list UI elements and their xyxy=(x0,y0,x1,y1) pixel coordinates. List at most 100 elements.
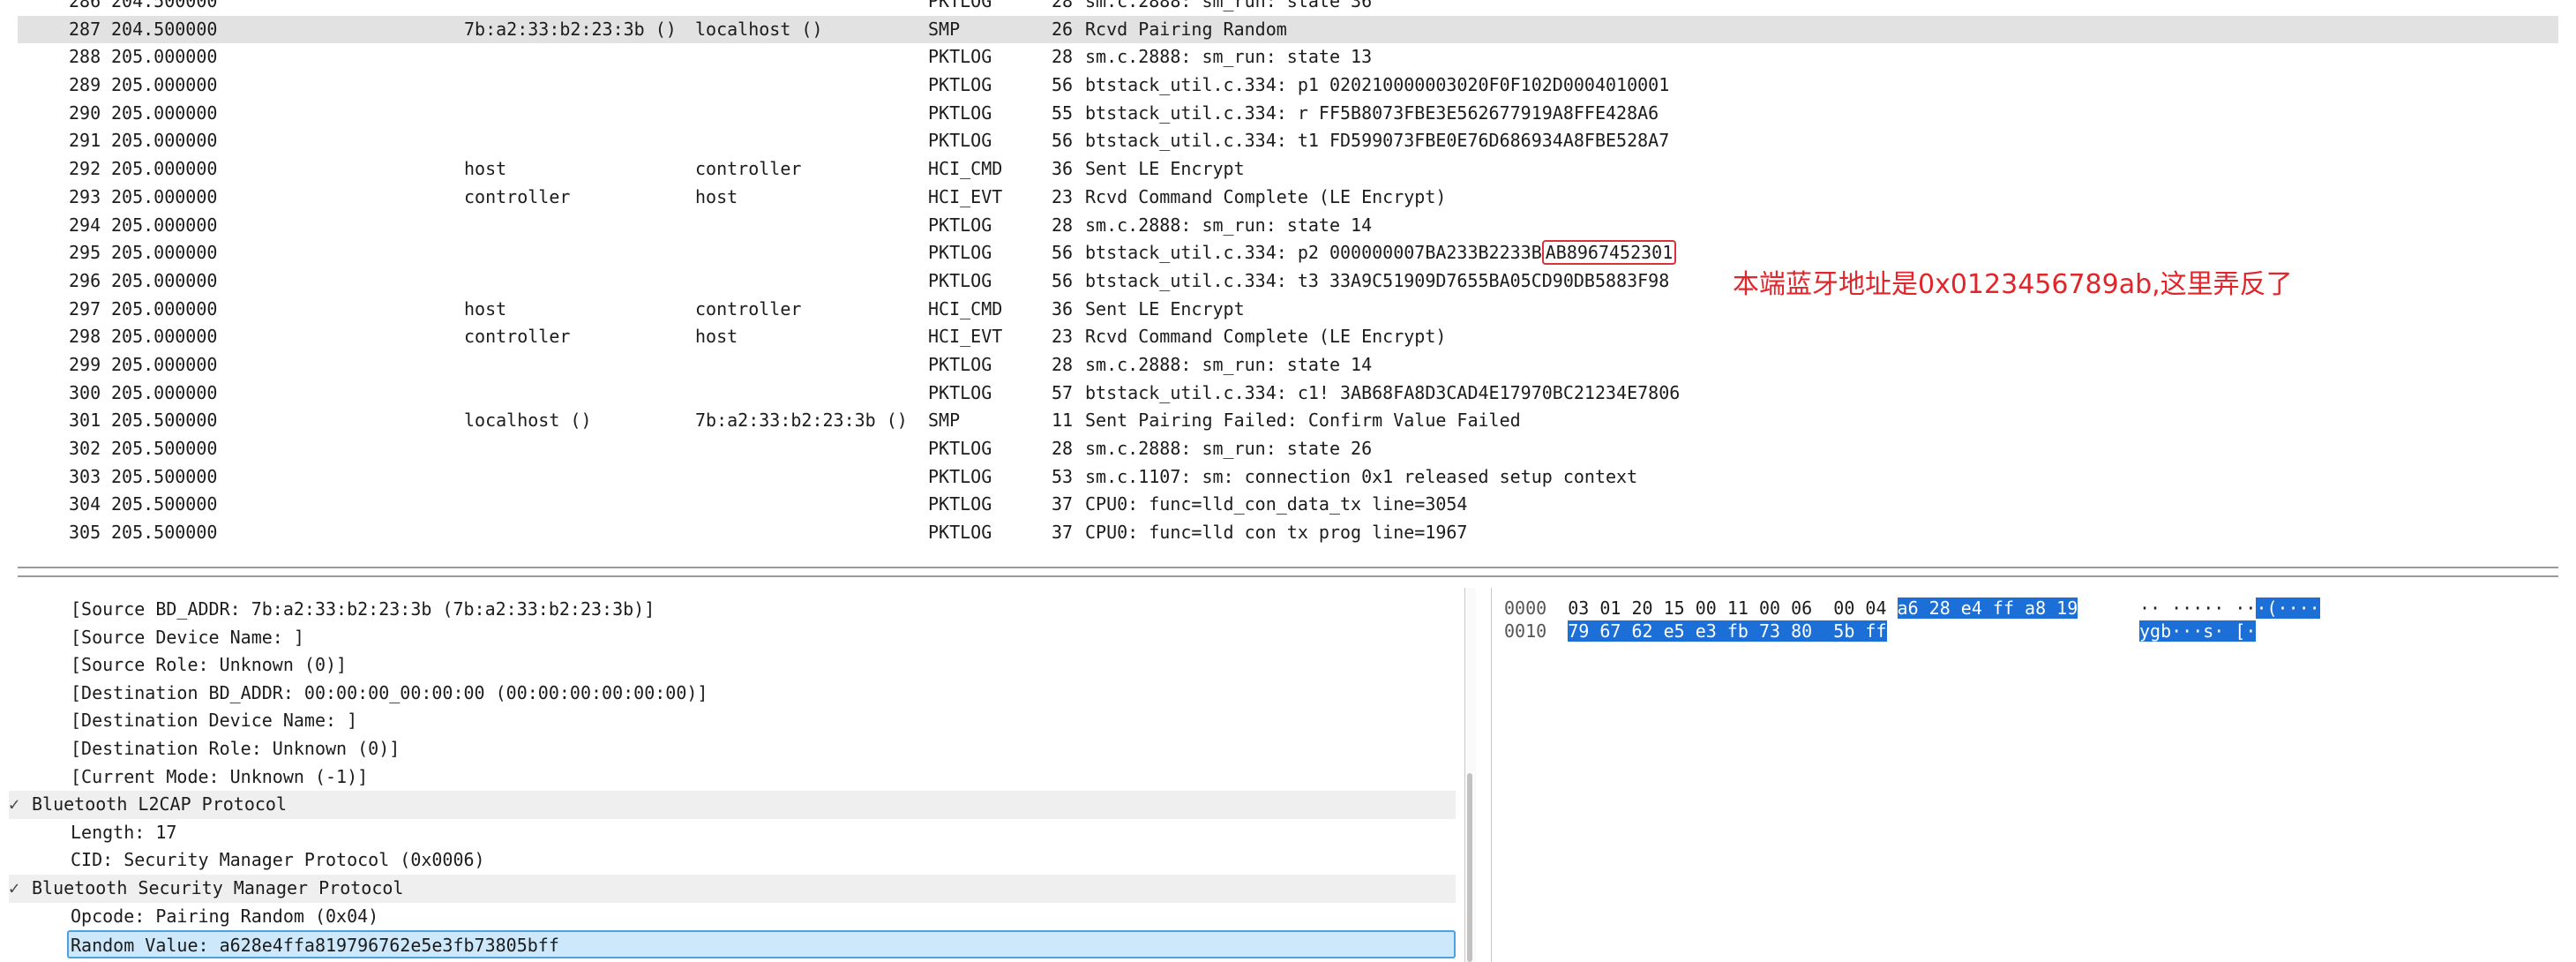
packet-protocol: PKTLOG xyxy=(928,465,992,487)
packet-length: 11 xyxy=(1052,410,1074,432)
hex-ascii-text: ·· ····· ·· xyxy=(2139,597,2257,619)
detail-field[interactable]: [Destination Device Name: ] xyxy=(9,707,1456,735)
expand-arrow-icon[interactable]: ✓ xyxy=(9,875,32,903)
detail-field[interactable]: [Current Mode: Unknown (-1)] xyxy=(9,763,1456,792)
packet-list: 286 204.500000 PKTLOG 28 sm.c.2888: sm_run: … xyxy=(0,0,2576,565)
packet-time: 205.000000 xyxy=(111,269,218,291)
detail-field[interactable]: Length: 17 xyxy=(9,819,1456,847)
detail-section-header[interactable]: ✓ Bluetooth L2CAP Protocol xyxy=(9,791,1456,819)
packet-row[interactable]: 290 205.000000 PKTLOG 55 btstack_util.c.334:… xyxy=(18,100,2558,128)
packet-info: sm.c.1107: sm: connection 0x1 released s… xyxy=(1085,463,1637,492)
packet-time: 205.500000 xyxy=(111,522,218,544)
packet-protocol: PKTLOG xyxy=(928,214,992,236)
packet-info: btstack_util.c.334: r FF5B8073FBE3E56267… xyxy=(1085,100,1659,128)
packet-row[interactable]: 291 205.000000 PKTLOG 56 btstack_util.c.334:… xyxy=(18,127,2558,155)
detail-text: [Destination Role: Unknown (0)] xyxy=(71,738,401,759)
detail-text: [Source Role: Unknown (0)] xyxy=(71,654,348,676)
packet-length: 56 xyxy=(1052,74,1074,96)
packet-length: 28 xyxy=(1052,46,1074,68)
packet-length: 26 xyxy=(1052,18,1074,40)
packet-info-text: Sent LE Encrypt xyxy=(1085,297,1245,319)
packet-info: CPU0: func=lld_con_data_tx line=3054 xyxy=(1085,491,1467,519)
detail-field[interactable]: [Destination Role: Unknown (0)] xyxy=(9,735,1456,763)
packet-length: 37 xyxy=(1052,493,1074,515)
packet-row[interactable]: 304 205.500000 PKTLOG 37 CPU0: func=lld_con_… xyxy=(18,491,2558,519)
packet-time: 205.000000 xyxy=(111,185,218,207)
packet-number: 287 xyxy=(69,18,101,40)
packet-row[interactable]: 286 204.500000 PKTLOG 28 sm.c.2888: sm_run: … xyxy=(18,0,2558,16)
packet-info: Sent Pairing Failed: Confirm Value Faile… xyxy=(1085,407,1521,435)
packet-info-text: CPU0: func=lld_con_data_tx line=3054 xyxy=(1085,493,1468,515)
detail-text: [Destination BD_ADDR: 00:00:00_00:00:00 … xyxy=(71,681,708,703)
packet-number: 293 xyxy=(69,185,101,207)
packet-info: sm.c.2888: sm_run: state 36 xyxy=(1085,0,1372,16)
packet-row[interactable]: 293 205.000000 controller host HCI_EVT 23 Rcvd… xyxy=(18,184,2558,212)
packet-info: sm.c.2888: sm_run: state 14 xyxy=(1085,351,1372,380)
packet-row[interactable]: 294 205.000000 PKTLOG 28 sm.c.2888: sm_run: … xyxy=(18,212,2558,240)
packet-row[interactable]: 287 204.500000 7b:a2:33:b2:23:3b () localho… xyxy=(18,15,2558,44)
packet-protocol: PKTLOG xyxy=(928,242,992,264)
packet-protocol: PKTLOG xyxy=(928,0,992,11)
packet-info-text: btstack_util.c.334: c1! 3AB68FA8D3CAD4E1… xyxy=(1085,381,1681,403)
detail-field[interactable]: Opcode: Pairing Random (0x04) xyxy=(9,903,1456,931)
packet-row[interactable]: 302 205.500000 PKTLOG 28 sm.c.2888: sm_run: … xyxy=(18,435,2558,463)
detail-section-header[interactable]: ✓ Bluetooth Security Manager Protocol xyxy=(9,875,1456,903)
expand-arrow-icon[interactable]: ✓ xyxy=(9,791,32,819)
packet-destination: controller xyxy=(695,158,802,180)
packet-row[interactable]: 300 205.000000 PKTLOG 57 btstack_util.c.334:… xyxy=(18,380,2558,408)
packet-row[interactable]: 305 205.500000 PKTLOG 37 CPU0: func=lld con … xyxy=(18,519,2558,547)
packet-info: Rcvd Command Complete (LE Encrypt) xyxy=(1085,323,1446,351)
packet-info-text: sm.c.2888: sm_run: state 14 xyxy=(1085,214,1373,236)
detail-field-selected[interactable]: Random Value: a628e4ffa819796762e5e3fb73… xyxy=(67,930,1456,958)
packet-number: 288 xyxy=(69,46,101,68)
packet-number: 303 xyxy=(69,465,101,487)
packet-info-text: sm.c.2888: sm_run: state 36 xyxy=(1085,0,1373,11)
packet-row[interactable]: 299 205.000000 PKTLOG 28 sm.c.2888: sm_run: … xyxy=(18,351,2558,380)
detail-field[interactable]: [Source Role: Unknown (0)] xyxy=(9,651,1456,680)
packet-time: 205.000000 xyxy=(111,214,218,236)
packet-time: 205.500000 xyxy=(111,410,218,432)
packet-row[interactable]: 298 205.000000 controller host HCI_EVT 23 Rcvd… xyxy=(18,323,2558,351)
packet-protocol: PKTLOG xyxy=(928,438,992,459)
detail-field[interactable]: [Source Device Name: ] xyxy=(9,624,1456,652)
packet-info-text: Rcvd Command Complete (LE Encrypt) xyxy=(1085,185,1447,207)
packet-row[interactable]: 301 205.500000 localhost () 7b:a2:33:b2:23:… xyxy=(18,407,2558,435)
packet-length: 23 xyxy=(1052,185,1074,207)
hex-row[interactable]: 0010 79 67 62 e5 e3 fb 73 80 5b ff ygb···… xyxy=(1504,618,2257,646)
detail-field[interactable]: CID: Security Manager Protocol (0x0006) xyxy=(9,846,1456,875)
detail-field[interactable]: [Source BD_ADDR: 7b:a2:33:b2:23:3b (7b:a… xyxy=(9,596,1456,624)
packet-source: controller xyxy=(464,326,571,348)
packet-info-text: Rcvd Pairing Random xyxy=(1085,18,1287,40)
hex-offset: 0000 xyxy=(1504,597,1547,619)
packet-row[interactable]: 289 205.000000 PKTLOG 56 btstack_util.c.334:… xyxy=(18,71,2558,100)
packet-info-text: Rcvd Command Complete (LE Encrypt) xyxy=(1085,326,1447,348)
packet-protocol: PKTLOG xyxy=(928,46,992,68)
hex-bytes: 03 01 20 15 00 11 00 06 00 04 xyxy=(1568,597,1898,619)
packet-info: sm.c.2888: sm_run: state 26 xyxy=(1085,435,1372,463)
pane-splitter-lower[interactable] xyxy=(18,575,2558,577)
detail-field[interactable]: [Destination BD_ADDR: 00:00:00_00:00:00 … xyxy=(9,680,1456,708)
packet-row[interactable]: 292 205.000000 host controller HCI_CMD 36 Sent… xyxy=(18,155,2558,184)
packet-info: CPU0: func=lld con tx prog line=1967 xyxy=(1085,519,1467,547)
details-scrollbar-thumb[interactable] xyxy=(1467,773,1472,962)
packet-info-text: Sent Pairing Failed: Confirm Value Faile… xyxy=(1085,410,1521,432)
packet-length: 23 xyxy=(1052,326,1074,348)
annotation-note: 本端蓝牙地址是0x0123456789ab,这里弄反了 xyxy=(1733,269,2293,300)
pane-splitter[interactable] xyxy=(18,567,2558,568)
packet-row[interactable]: 288 205.000000 PKTLOG 28 sm.c.2888: sm_run: … xyxy=(18,43,2558,71)
packet-source: host xyxy=(464,158,507,180)
packet-time: 205.000000 xyxy=(111,353,218,375)
packet-protocol: PKTLOG xyxy=(928,269,992,291)
packet-info: Rcvd Command Complete (LE Encrypt) xyxy=(1085,184,1446,212)
packet-info: sm.c.2888: sm_run: state 14 xyxy=(1085,212,1372,240)
packet-info-text: btstack_util.c.334: p1 020210000003020F0… xyxy=(1085,74,1670,96)
packet-info-text: btstack_util.c.334: r FF5B8073FBE3E56267… xyxy=(1085,101,1659,124)
packet-number: 291 xyxy=(69,130,101,152)
packet-protocol: PKTLOG xyxy=(928,493,992,515)
hex-bytes-highlighted: a6 28 e4 ff a8 19 xyxy=(1897,597,2078,619)
packet-number: 298 xyxy=(69,326,101,348)
packet-info: Sent LE Encrypt xyxy=(1085,296,1245,324)
packet-source: controller xyxy=(464,185,571,207)
packet-length: 56 xyxy=(1052,130,1074,152)
packet-row[interactable]: 303 205.500000 PKTLOG 53 sm.c.1107: sm: conn… xyxy=(18,463,2558,492)
